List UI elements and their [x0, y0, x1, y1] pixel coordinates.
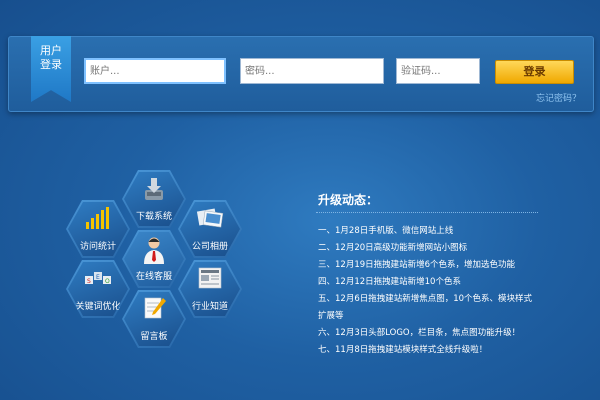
svg-text:O: O — [105, 278, 110, 285]
news-item[interactable]: 扩展等 — [318, 308, 548, 325]
hex-keyword-optimization[interactable]: S E O 关键词优化 — [66, 260, 130, 318]
login-button[interactable]: 登录 — [495, 60, 574, 84]
newspaper-icon — [198, 267, 222, 289]
hex-label: 公司相册 — [191, 242, 228, 252]
notepad-pen-icon — [144, 297, 166, 319]
news-divider — [316, 212, 538, 213]
captcha-input[interactable] — [396, 58, 480, 84]
news-title: 升级动态： — [318, 193, 379, 207]
svg-text:E: E — [96, 274, 100, 281]
news-list: 一、1月28日手机版、微信网站上线 二、12月20日高级功能新增网站小图标 三、… — [318, 223, 548, 359]
news-item[interactable]: 二、12月20日高级功能新增网站小图标 — [318, 240, 548, 257]
svg-text:S: S — [87, 278, 91, 285]
hex-company-album[interactable]: 公司相册 — [178, 200, 242, 258]
news-item[interactable]: 三、12月19日拖拽建站新增6个色系，增加选色功能 — [318, 257, 548, 274]
ribbon-line-2: 登录 — [40, 58, 62, 71]
hex-industry-news[interactable]: 行业知道 — [178, 260, 242, 318]
news-item[interactable]: 一、1月28日手机版、微信网站上线 — [318, 223, 548, 240]
password-input[interactable] — [240, 58, 384, 84]
hex-guestbook[interactable]: 留言板 — [122, 290, 186, 348]
hex-label: 下载系统 — [135, 212, 172, 222]
keyword-blocks-icon: S E O — [85, 272, 111, 285]
hex-label: 访问统计 — [79, 242, 116, 252]
news-item[interactable]: 六、12月3日头部LOGO，栏目条，焦点图功能升级！ — [318, 325, 548, 342]
hex-label: 行业知道 — [191, 302, 228, 312]
news-item[interactable]: 四、12月12日拖拽建站新增10个色系 — [318, 274, 548, 291]
hex-label: 留言板 — [140, 332, 168, 342]
account-input[interactable] — [84, 58, 226, 84]
hex-label: 在线客服 — [135, 272, 172, 282]
news-item[interactable]: 七、11月8日拖拽建站模块样式全线升级啦！ — [318, 342, 548, 359]
hex-download-system[interactable]: 下载系统 — [122, 170, 186, 228]
ribbon-line-1: 用户 — [40, 44, 62, 57]
forgot-password-link[interactable]: 忘记密码？ — [536, 91, 581, 104]
bar-chart-icon — [86, 207, 109, 229]
hex-visit-stats[interactable]: 访问统计 — [66, 200, 130, 258]
photo-album-icon — [196, 208, 224, 228]
hex-label: 关键词优化 — [75, 302, 121, 312]
download-icon — [145, 178, 163, 200]
news-item[interactable]: 五、12月6日拖拽建站新增焦点图，10个色系、模块样式 — [318, 291, 548, 308]
hex-online-service[interactable]: 在线客服 — [122, 230, 186, 288]
customer-service-icon — [144, 237, 164, 264]
